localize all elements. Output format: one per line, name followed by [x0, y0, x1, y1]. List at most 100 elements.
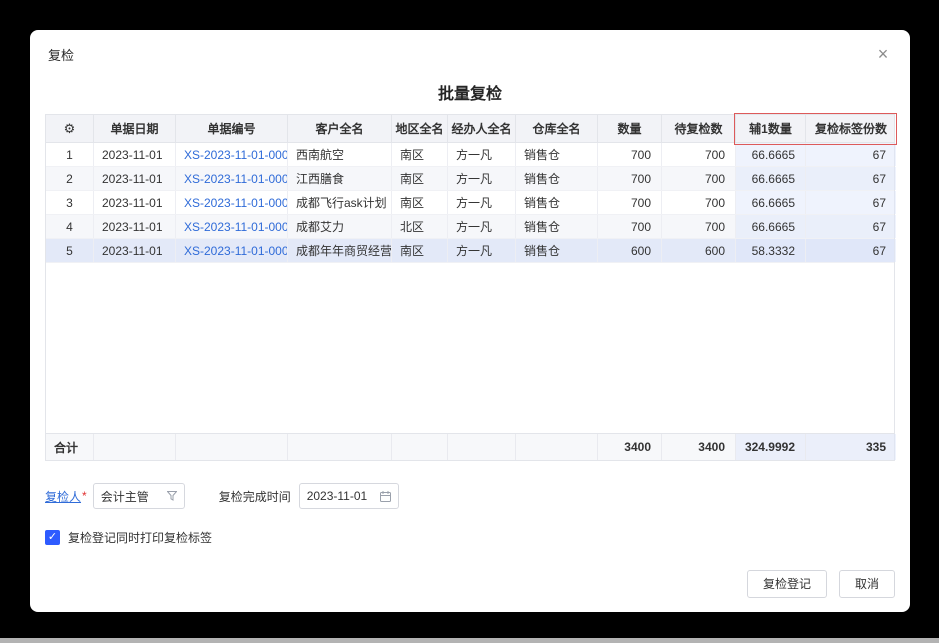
- total-empty: [448, 434, 516, 460]
- row-index: 2: [46, 167, 94, 190]
- total-pending-qty: 3400: [662, 434, 736, 460]
- cell-region: 南区: [392, 191, 448, 214]
- cell-region: 南区: [392, 239, 448, 262]
- inspector-value: 会计主管: [101, 488, 149, 505]
- table-row[interactable]: 5 2023-11-01 XS-2023-11-01-00051 成都年年商贸经…: [46, 239, 894, 263]
- cell-customer: 江西膳食: [288, 167, 392, 190]
- cell-qty: 700: [598, 143, 662, 166]
- cell-pending-qty: 700: [662, 215, 736, 238]
- cell-doc-date: 2023-11-01: [94, 215, 176, 238]
- cell-pending-qty: 600: [662, 239, 736, 262]
- inspector-label[interactable]: 复检人: [45, 488, 81, 505]
- cell-warehouse: 销售仓: [516, 239, 598, 262]
- table-body: 1 2023-11-01 XS-2023-11-01-00047 西南航空 南区…: [46, 143, 894, 263]
- column-settings-gear-icon[interactable]: ⚙: [46, 115, 94, 142]
- modal-title: 复检: [48, 45, 74, 64]
- print-label-checkbox[interactable]: ✓: [45, 530, 60, 545]
- col-header-handler: 经办人全名: [448, 115, 516, 142]
- col-header-pending-qty: 待复检数: [662, 115, 736, 142]
- cell-handler: 方一凡: [448, 191, 516, 214]
- row-index: 5: [46, 239, 94, 262]
- total-aux1-qty: 324.9992: [736, 434, 806, 460]
- print-label-option-row: ✓ 复检登记同时打印复检标签: [45, 529, 895, 546]
- cell-aux1-qty[interactable]: 58.3332: [736, 239, 806, 262]
- total-label-copies: 335: [806, 434, 896, 460]
- cell-handler: 方一凡: [448, 167, 516, 190]
- cell-qty: 700: [598, 167, 662, 190]
- cell-customer: 成都艾力: [288, 215, 392, 238]
- modal-header: 复检 ×: [30, 30, 910, 64]
- doc-no-link[interactable]: XS-2023-11-01-00047: [176, 143, 288, 166]
- cell-handler: 方一凡: [448, 143, 516, 166]
- cell-aux1-qty[interactable]: 66.6665: [736, 191, 806, 214]
- col-header-warehouse: 仓库全名: [516, 115, 598, 142]
- cell-region: 北区: [392, 215, 448, 238]
- table-row[interactable]: 1 2023-11-01 XS-2023-11-01-00047 西南航空 南区…: [46, 143, 894, 167]
- col-header-qty: 数量: [598, 115, 662, 142]
- doc-no-link[interactable]: XS-2023-11-01-00049: [176, 191, 288, 214]
- cell-region: 南区: [392, 167, 448, 190]
- total-empty: [392, 434, 448, 460]
- completion-time-value: 2023-11-01: [307, 489, 368, 503]
- cell-doc-date: 2023-11-01: [94, 143, 176, 166]
- col-header-doc-no: 单据编号: [176, 115, 288, 142]
- cell-aux1-qty[interactable]: 66.6665: [736, 215, 806, 238]
- row-index: 4: [46, 215, 94, 238]
- modal-footer: 复检登记 取消: [45, 570, 895, 598]
- table-header-row: ⚙ 单据日期 单据编号 客户全名 地区全名 经办人全名 仓库全名 数量 待复检数…: [46, 115, 894, 143]
- doc-no-link[interactable]: XS-2023-11-01-00051: [176, 239, 288, 262]
- table-row[interactable]: 2 2023-11-01 XS-2023-11-01-00048 江西膳食 南区…: [46, 167, 894, 191]
- close-icon[interactable]: ×: [874, 46, 892, 62]
- register-recheck-button[interactable]: 复检登记: [747, 570, 827, 598]
- cell-handler: 方一凡: [448, 239, 516, 262]
- col-header-label-copies: 复检标签份数: [806, 115, 896, 142]
- cell-label-copies[interactable]: 67: [806, 191, 896, 214]
- cell-warehouse: 销售仓: [516, 167, 598, 190]
- cell-customer: 西南航空: [288, 143, 392, 166]
- cell-handler: 方一凡: [448, 215, 516, 238]
- cell-warehouse: 销售仓: [516, 191, 598, 214]
- cell-customer: 成都飞行ask计划: [288, 191, 392, 214]
- cell-label-copies[interactable]: 67: [806, 143, 896, 166]
- recheck-form-row: 复检人 * 会计主管 复检完成时间 2023-11-01: [45, 483, 895, 509]
- completion-time-input[interactable]: 2023-11-01: [299, 483, 399, 509]
- col-header-aux1-qty: 辅1数量: [736, 115, 806, 142]
- cell-label-copies[interactable]: 67: [806, 239, 896, 262]
- cell-region: 南区: [392, 143, 448, 166]
- total-empty: [176, 434, 288, 460]
- cell-qty: 700: [598, 191, 662, 214]
- table-empty-area: [46, 263, 894, 433]
- cell-doc-date: 2023-11-01: [94, 191, 176, 214]
- total-empty: [516, 434, 598, 460]
- col-header-customer: 客户全名: [288, 115, 392, 142]
- calendar-icon: [380, 491, 391, 502]
- background-edge-strip: [0, 638, 939, 643]
- row-index: 3: [46, 191, 94, 214]
- cell-warehouse: 销售仓: [516, 143, 598, 166]
- cell-label-copies[interactable]: 67: [806, 215, 896, 238]
- cell-pending-qty: 700: [662, 191, 736, 214]
- check-icon: ✓: [48, 532, 57, 543]
- recheck-modal: 复检 × 批量复检 ⚙ 单据日期 单据编号 客户全名 地区全名 经办人全名 仓库…: [30, 30, 910, 612]
- cell-qty: 700: [598, 215, 662, 238]
- cell-qty: 600: [598, 239, 662, 262]
- doc-no-link[interactable]: XS-2023-11-01-00048: [176, 167, 288, 190]
- table-row[interactable]: 4 2023-11-01 XS-2023-11-01-00050 成都艾力 北区…: [46, 215, 894, 239]
- doc-no-link[interactable]: XS-2023-11-01-00050: [176, 215, 288, 238]
- cancel-button[interactable]: 取消: [839, 570, 895, 598]
- cell-aux1-qty[interactable]: 66.6665: [736, 143, 806, 166]
- total-qty: 3400: [598, 434, 662, 460]
- filter-funnel-icon: [167, 491, 177, 501]
- table-row[interactable]: 3 2023-11-01 XS-2023-11-01-00049 成都飞行ask…: [46, 191, 894, 215]
- cell-pending-qty: 700: [662, 143, 736, 166]
- batch-recheck-table: ⚙ 单据日期 单据编号 客户全名 地区全名 经办人全名 仓库全名 数量 待复检数…: [45, 114, 895, 461]
- cell-warehouse: 销售仓: [516, 215, 598, 238]
- cell-doc-date: 2023-11-01: [94, 167, 176, 190]
- cell-label-copies[interactable]: 67: [806, 167, 896, 190]
- required-mark: *: [82, 489, 87, 503]
- cell-pending-qty: 700: [662, 167, 736, 190]
- inspector-select[interactable]: 会计主管: [93, 483, 185, 509]
- cell-aux1-qty[interactable]: 66.6665: [736, 167, 806, 190]
- print-label-checkbox-label: 复检登记同时打印复检标签: [68, 529, 212, 546]
- cell-doc-date: 2023-11-01: [94, 239, 176, 262]
